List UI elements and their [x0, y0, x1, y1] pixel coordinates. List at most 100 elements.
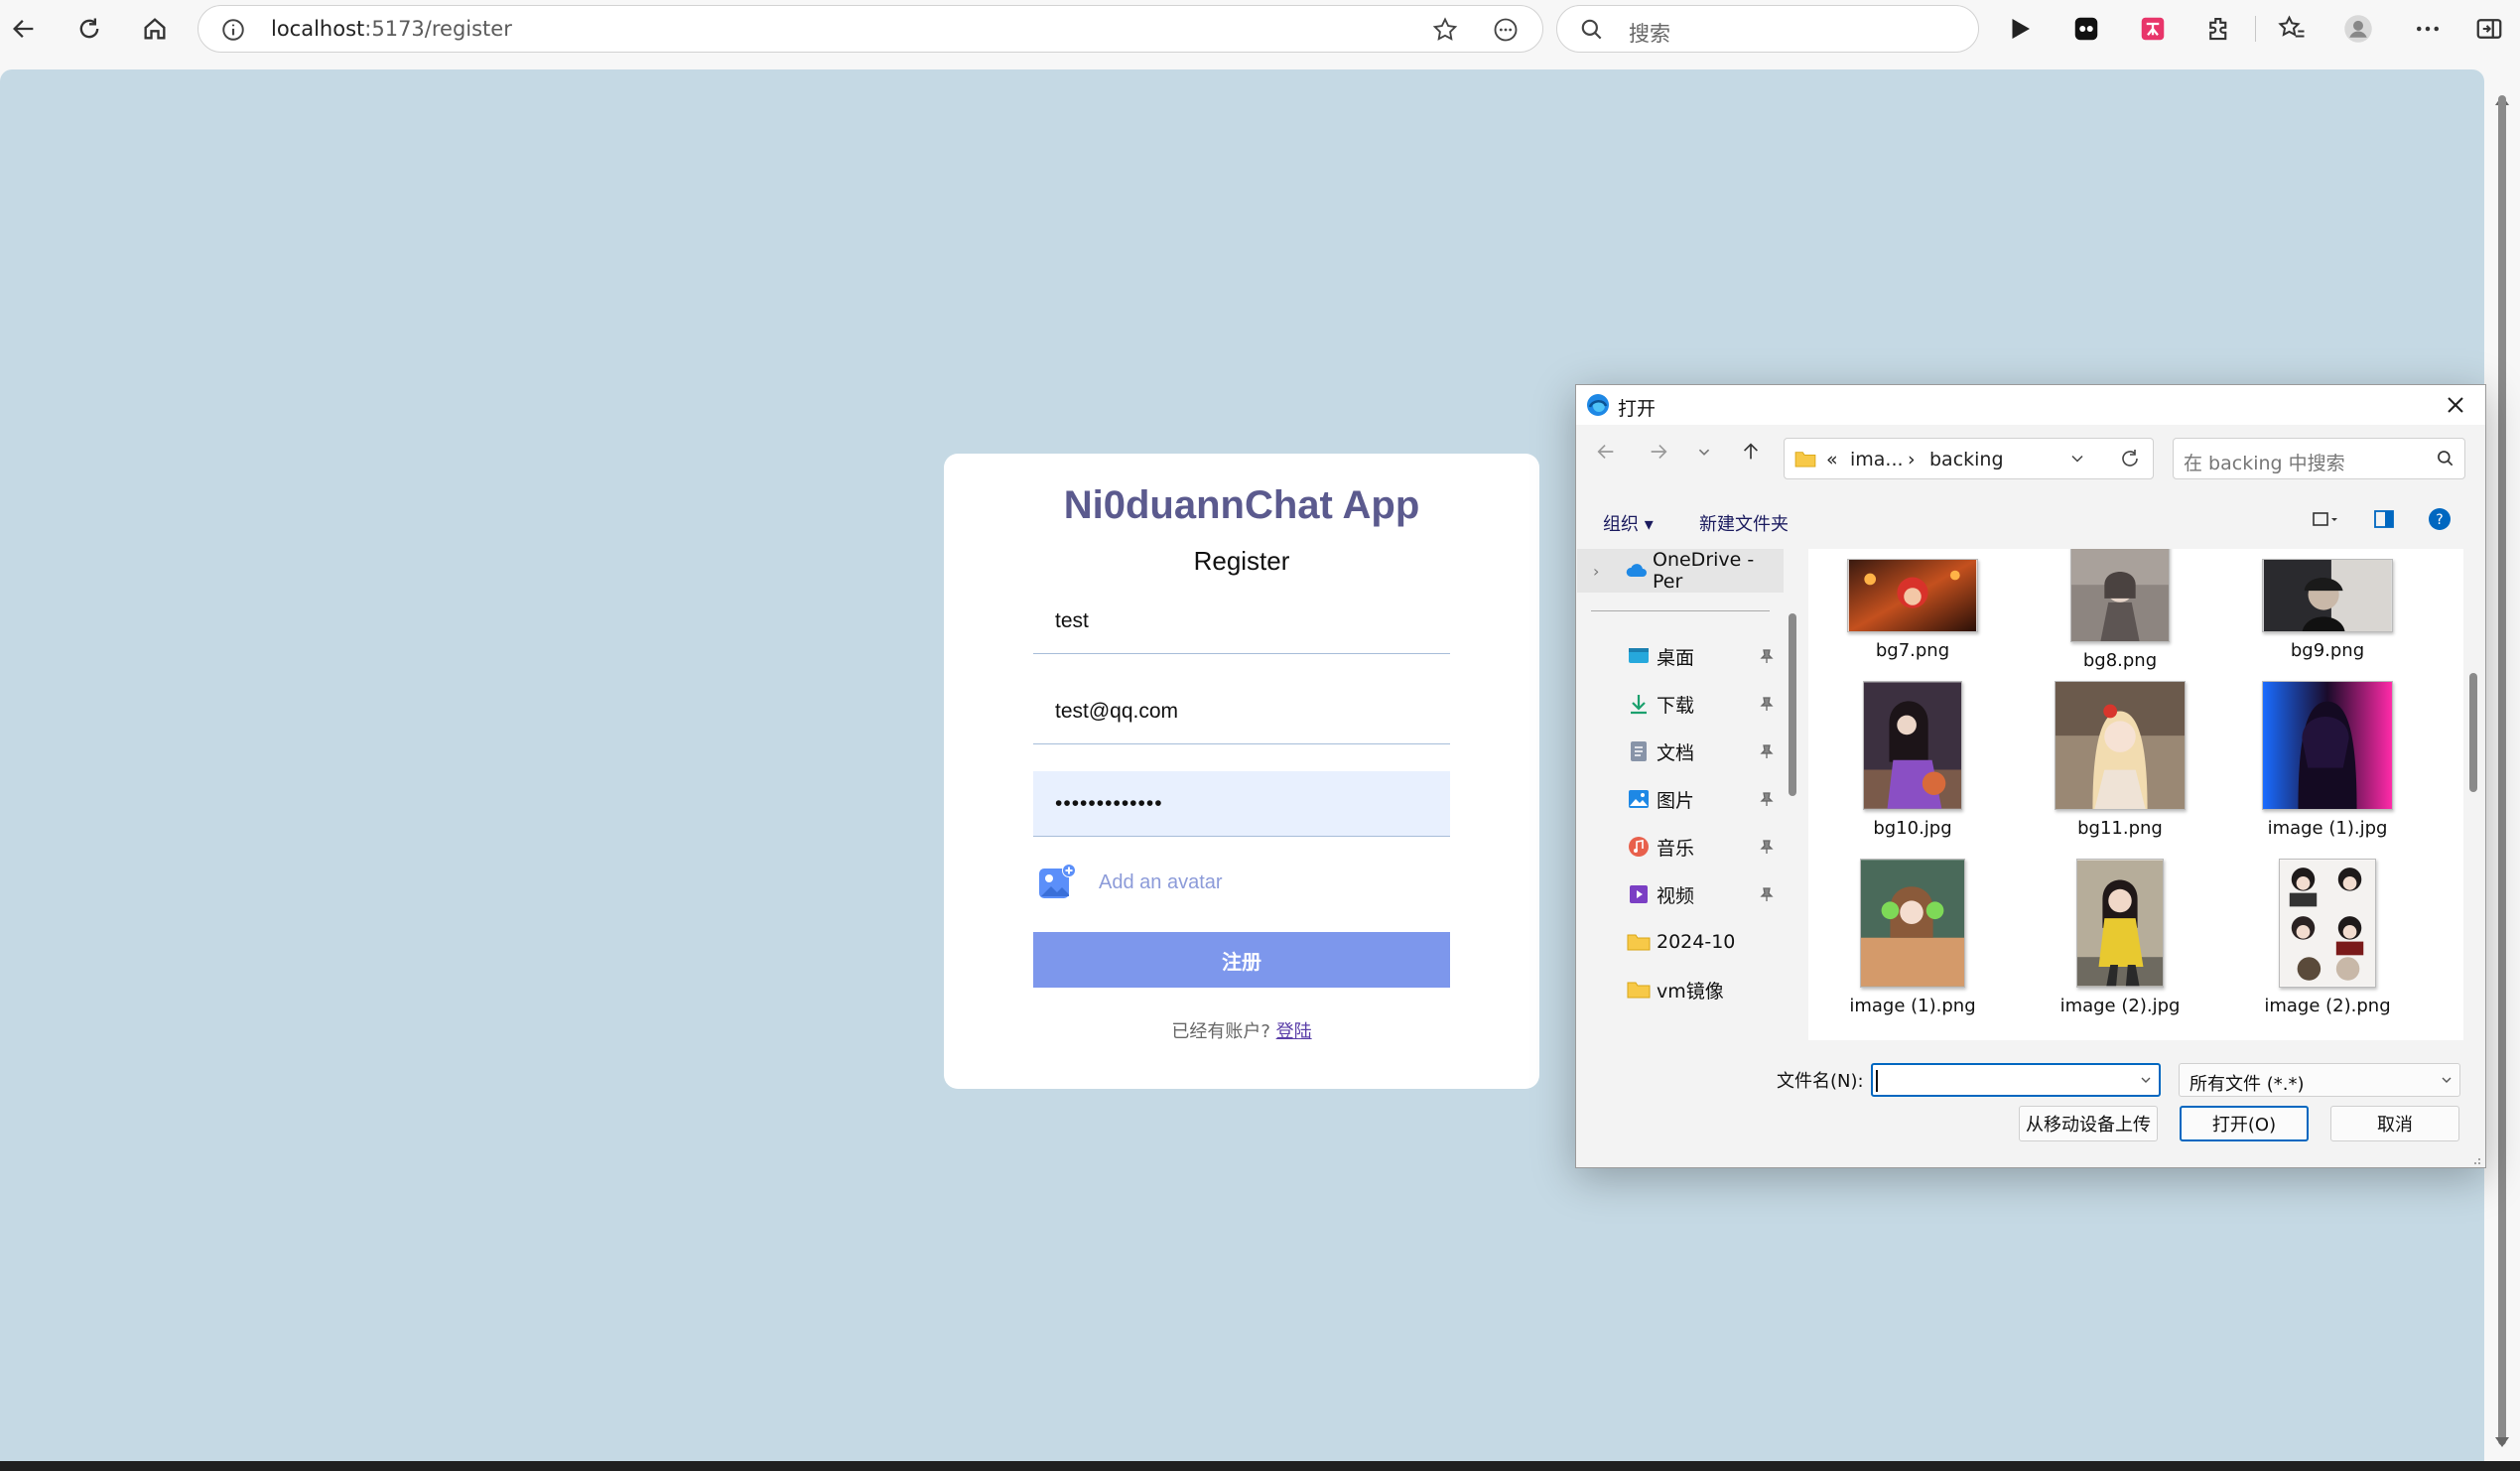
resize-grip-icon[interactable]	[2469, 1153, 2481, 1165]
cloud-icon	[1626, 564, 1647, 577]
file-item[interactable]: image (2).png	[2223, 859, 2432, 1016]
extensions-button[interactable]	[2201, 11, 2237, 47]
page-scrollbar[interactable]	[2484, 58, 2520, 1461]
register-button[interactable]: 注册	[1033, 932, 1450, 988]
chevron-down-icon[interactable]	[2067, 449, 2087, 468]
folder-search-input[interactable]: 在 backing 中搜索	[2173, 438, 2465, 479]
image-thumbnail	[1863, 681, 1962, 810]
breadcrumb-parent[interactable]: ima...	[1850, 449, 1904, 470]
refresh-icon[interactable]	[2118, 447, 2142, 470]
tree-item-folder-vm[interactable]: vm镜像	[1577, 968, 1784, 1011]
pin-icon	[1760, 649, 1774, 663]
tree-item-videos[interactable]: 视频	[1577, 872, 1784, 916]
avatar-icon	[2344, 15, 2372, 43]
favorite-star-icon[interactable]	[1431, 16, 1459, 44]
tree-item-desktop[interactable]: 桌面	[1577, 634, 1784, 678]
password-input[interactable]: •••••••••••••	[1033, 771, 1450, 837]
tree-item-folder-2024-10[interactable]: 2024-10	[1577, 920, 1784, 964]
home-icon	[144, 18, 166, 40]
back-button[interactable]	[4, 9, 44, 49]
text-caret	[1876, 1070, 1878, 1092]
extension-button-2[interactable]	[2135, 11, 2171, 47]
recent-locations-button[interactable]	[1687, 435, 1721, 468]
avatar-upload[interactable]: Add an avatar	[1037, 861, 1223, 904]
breadcrumb-current[interactable]: backing	[1929, 449, 2004, 470]
dialog-forward-button[interactable]	[1642, 435, 1675, 468]
username-input[interactable]: test	[1033, 589, 1450, 654]
image-thumbnail	[1860, 859, 1965, 988]
upload-from-mobile-button[interactable]: 从移动设备上传	[2019, 1106, 2158, 1141]
file-item[interactable]: bg9.png	[2223, 559, 2432, 661]
file-grid-scrollbar-thumb[interactable]	[2469, 673, 2477, 792]
profile-button[interactable]	[2340, 11, 2376, 47]
pin-icon	[1760, 697, 1774, 711]
file-type-select[interactable]: 所有文件 (*.*)	[2179, 1063, 2460, 1097]
email-input[interactable]: test@qq.com	[1033, 679, 1450, 744]
search-icon	[1581, 19, 1602, 40]
file-item[interactable]: image (1).jpg	[2223, 681, 2432, 839]
page-options-icon[interactable]	[1492, 16, 1520, 44]
dialog-back-button[interactable]	[1589, 435, 1623, 468]
address-bar[interactable]: localhost:5173/register	[198, 5, 1543, 53]
new-folder-button[interactable]: 新建文件夹	[1699, 510, 1789, 536]
close-icon[interactable]	[2442, 391, 2469, 419]
file-item[interactable]: bg7.png	[1808, 559, 2017, 661]
breadcrumb[interactable]: « ima... › backing	[1784, 438, 2154, 479]
login-prompt: 已经有账户? 登陆	[944, 1017, 1539, 1043]
tree-item-onedrive[interactable]: › OneDrive - Per	[1577, 549, 1784, 593]
folder-search-placeholder: 在 backing 中搜索	[2184, 453, 2345, 474]
music-icon	[1629, 837, 1649, 857]
reload-button[interactable]	[69, 9, 109, 49]
tree-item-downloads[interactable]: 下载	[1577, 682, 1784, 726]
expand-chevron-icon[interactable]: ›	[1593, 562, 1599, 581]
browser-search-bar[interactable]: 搜索	[1556, 5, 1979, 53]
url-host: localhost	[271, 17, 365, 41]
search-placeholder: 搜索	[1629, 22, 1670, 46]
cancel-button[interactable]: 取消	[2330, 1106, 2459, 1141]
favorites-button[interactable]	[2274, 11, 2310, 47]
scroll-down-arrow-icon[interactable]	[2495, 1437, 2509, 1447]
file-name: image (2).jpg	[2059, 996, 2181, 1016]
more-horizontal-icon	[2417, 26, 2439, 32]
tree-item-music[interactable]: 音乐	[1577, 825, 1784, 869]
filename-input[interactable]	[1871, 1063, 2161, 1097]
preview-pane-icon[interactable]	[2370, 506, 2398, 532]
file-item[interactable]: image (2).jpg	[2016, 859, 2224, 1016]
image-thumbnail	[2279, 859, 2376, 988]
organize-menu[interactable]: 组织 ▾	[1603, 510, 1654, 536]
file-item[interactable]: bg11.png	[2016, 681, 2224, 839]
dialog-titlebar[interactable]: 打开	[1576, 385, 2485, 425]
image-thumbnail	[2076, 859, 2164, 988]
file-item[interactable]: bg8.png	[2016, 549, 2224, 671]
scrollbar-thumb[interactable]	[2498, 95, 2506, 1445]
pin-icon	[1760, 887, 1774, 901]
info-icon[interactable]	[220, 17, 246, 43]
video-icon	[1630, 885, 1648, 903]
up-folder-button[interactable]	[1734, 435, 1768, 468]
forward-arrow-icon	[1651, 444, 1667, 460]
home-button[interactable]	[135, 9, 175, 49]
reload-icon	[79, 18, 99, 39]
chevron-down-icon[interactable]	[2139, 1073, 2153, 1087]
login-link[interactable]: 登陆	[1276, 1021, 1312, 1042]
open-button[interactable]: 打开(O)	[2180, 1106, 2309, 1141]
media-play-button[interactable]	[2002, 11, 2038, 47]
more-options-button[interactable]	[2410, 11, 2446, 47]
file-item[interactable]: bg10.jpg	[1808, 681, 2017, 839]
tree-item-label: 2024-10	[1657, 931, 1736, 953]
image-thumbnail	[1847, 559, 1978, 632]
breadcrumb-overflow[interactable]: «	[1826, 449, 1838, 470]
tree-item-pictures[interactable]: 图片	[1577, 777, 1784, 821]
translate-extension-icon	[2141, 17, 2165, 41]
chevron-down-icon	[2442, 1077, 2452, 1083]
tree-scrollbar-thumb[interactable]	[1789, 613, 1796, 796]
extension-button-1[interactable]	[2068, 11, 2104, 47]
pin-icon	[1760, 840, 1774, 854]
url-text[interactable]: localhost:5173/register	[271, 17, 512, 41]
form-subtitle: Register	[1193, 546, 1290, 576]
file-item[interactable]: image (1).png	[1808, 859, 2017, 1016]
sidebar-toggle-button[interactable]	[2471, 11, 2507, 47]
tree-item-documents[interactable]: 文档	[1577, 730, 1784, 773]
view-options-icon[interactable]	[2311, 506, 2338, 532]
help-icon[interactable]: ?	[2426, 506, 2454, 532]
